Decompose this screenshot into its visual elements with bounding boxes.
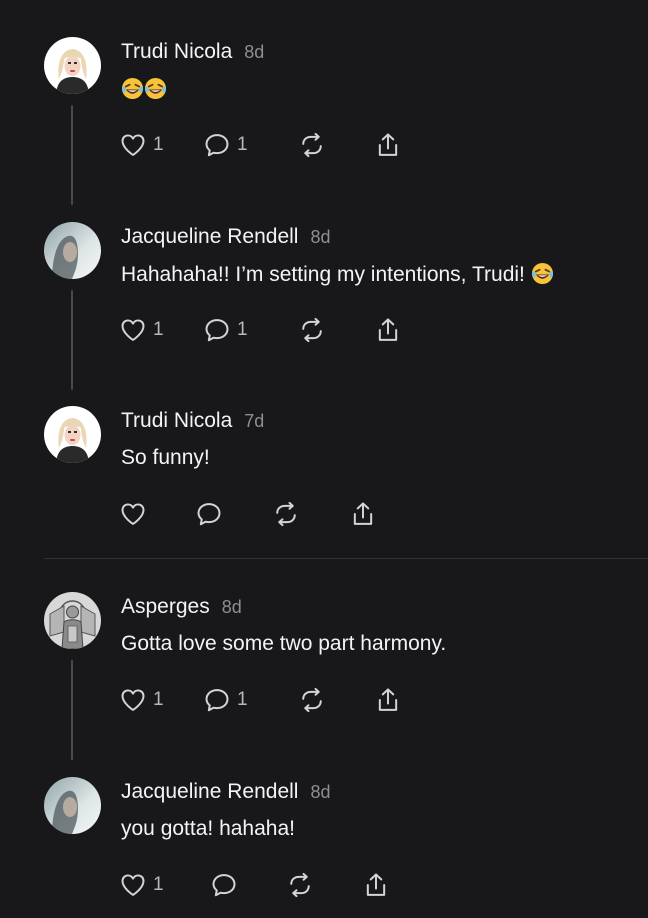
avatar[interactable] — [44, 37, 101, 94]
like-count: 1 — [153, 689, 164, 710]
reply-count: 1 — [237, 134, 248, 155]
repost-icon — [290, 872, 310, 898]
laughing-emoji — [531, 262, 554, 291]
repost-button[interactable] — [286, 871, 314, 899]
post-meta: Jacqueline Rendell 8d — [121, 780, 331, 804]
reply-count: 1 — [237, 319, 248, 340]
thread-line — [71, 105, 73, 205]
comment-icon — [205, 689, 229, 712]
reply-button[interactable]: 1 — [203, 131, 248, 159]
share-icon — [366, 873, 386, 896]
avatar[interactable] — [44, 777, 101, 834]
repost-button[interactable] — [272, 500, 300, 528]
comment-icon — [197, 503, 221, 526]
share-button[interactable] — [374, 686, 402, 714]
share-icon — [378, 688, 398, 711]
repost-icon — [302, 317, 322, 343]
author-name[interactable]: Trudi Nicola — [121, 409, 232, 432]
share-button[interactable] — [374, 131, 402, 159]
avatar[interactable] — [44, 592, 101, 649]
timestamp: 8d — [310, 227, 331, 247]
post-body: Hahahaha!! I’m setting my intentions, Tr… — [121, 263, 525, 286]
post-text: Hahahaha!! I’m setting my intentions, Tr… — [121, 262, 554, 291]
comment-icon — [205, 319, 229, 342]
post-text: Gotta love some two part harmony. — [121, 632, 446, 656]
author-name[interactable]: Jacqueline Rendell — [121, 225, 298, 248]
heart-icon — [121, 503, 145, 525]
author-name[interactable]: Asperges — [121, 595, 210, 618]
post-meta: Jacqueline Rendell 8d — [121, 225, 331, 249]
like-button[interactable]: 1 — [119, 871, 164, 899]
heart-icon — [121, 874, 145, 896]
reply-post: Jacqueline Rendell 8d Hahahaha!! I’m sett… — [0, 222, 648, 397]
post-text: So funny! — [121, 446, 210, 470]
reply-button[interactable] — [195, 500, 223, 528]
timestamp: 8d — [244, 42, 265, 62]
post-meta: Trudi Nicola 7d — [121, 409, 264, 433]
author-name[interactable]: Trudi Nicola — [121, 40, 232, 63]
reply-post: Trudi Nicola 7d So funny! — [0, 406, 648, 546]
thread-line — [71, 290, 73, 390]
post-body: Gotta love some two part harmony. — [121, 632, 447, 655]
post-body: So funny! — [121, 446, 210, 469]
like-button[interactable]: 1 — [119, 131, 164, 159]
repost-icon — [302, 132, 322, 158]
post-text: you gotta! hahaha! — [121, 817, 295, 841]
reply-count: 1 — [237, 689, 248, 710]
comment-icon — [205, 134, 229, 157]
like-count: 1 — [153, 319, 164, 340]
like-button[interactable] — [119, 500, 147, 528]
comment-icon — [212, 874, 236, 897]
reply-button[interactable]: 1 — [203, 316, 248, 344]
post-body: you gotta! hahaha! — [121, 817, 295, 840]
post-meta: Asperges 8d — [121, 595, 242, 619]
laughing-emoji — [144, 77, 167, 106]
heart-icon — [121, 319, 145, 341]
like-count: 1 — [153, 134, 164, 155]
author-name[interactable]: Jacqueline Rendell — [121, 780, 298, 803]
laughing-emoji — [121, 77, 144, 106]
repost-button[interactable] — [298, 686, 326, 714]
thread-divider — [44, 558, 648, 559]
reply-button[interactable] — [210, 871, 238, 899]
share-icon — [378, 133, 398, 156]
post-meta: Trudi Nicola 8d — [121, 40, 264, 64]
like-count: 1 — [153, 874, 164, 895]
repost-icon — [276, 501, 296, 527]
reply-post: Asperges 8d Gotta love some two part harm… — [0, 592, 648, 767]
reply-post: Jacqueline Rendell 8d you gotta! hahaha! … — [0, 777, 648, 918]
reply-button[interactable]: 1 — [203, 686, 248, 714]
share-icon — [353, 502, 373, 525]
like-button[interactable]: 1 — [119, 686, 164, 714]
avatar[interactable] — [44, 406, 101, 463]
like-button[interactable]: 1 — [119, 316, 164, 344]
avatar[interactable] — [44, 222, 101, 279]
share-button[interactable] — [349, 500, 377, 528]
timestamp: 8d — [221, 597, 242, 617]
timestamp: 7d — [244, 411, 265, 431]
repost-button[interactable] — [298, 316, 326, 344]
heart-icon — [121, 134, 145, 156]
repost-icon — [302, 687, 322, 713]
share-button[interactable] — [362, 871, 390, 899]
share-button[interactable] — [374, 316, 402, 344]
reply-post: Trudi Nicola 8d 1 1 — [0, 37, 648, 212]
heart-icon — [121, 689, 145, 711]
share-icon — [378, 318, 398, 341]
repost-button[interactable] — [298, 131, 326, 159]
timestamp: 8d — [310, 782, 331, 802]
post-text — [121, 77, 167, 106]
thread-line — [71, 660, 73, 760]
